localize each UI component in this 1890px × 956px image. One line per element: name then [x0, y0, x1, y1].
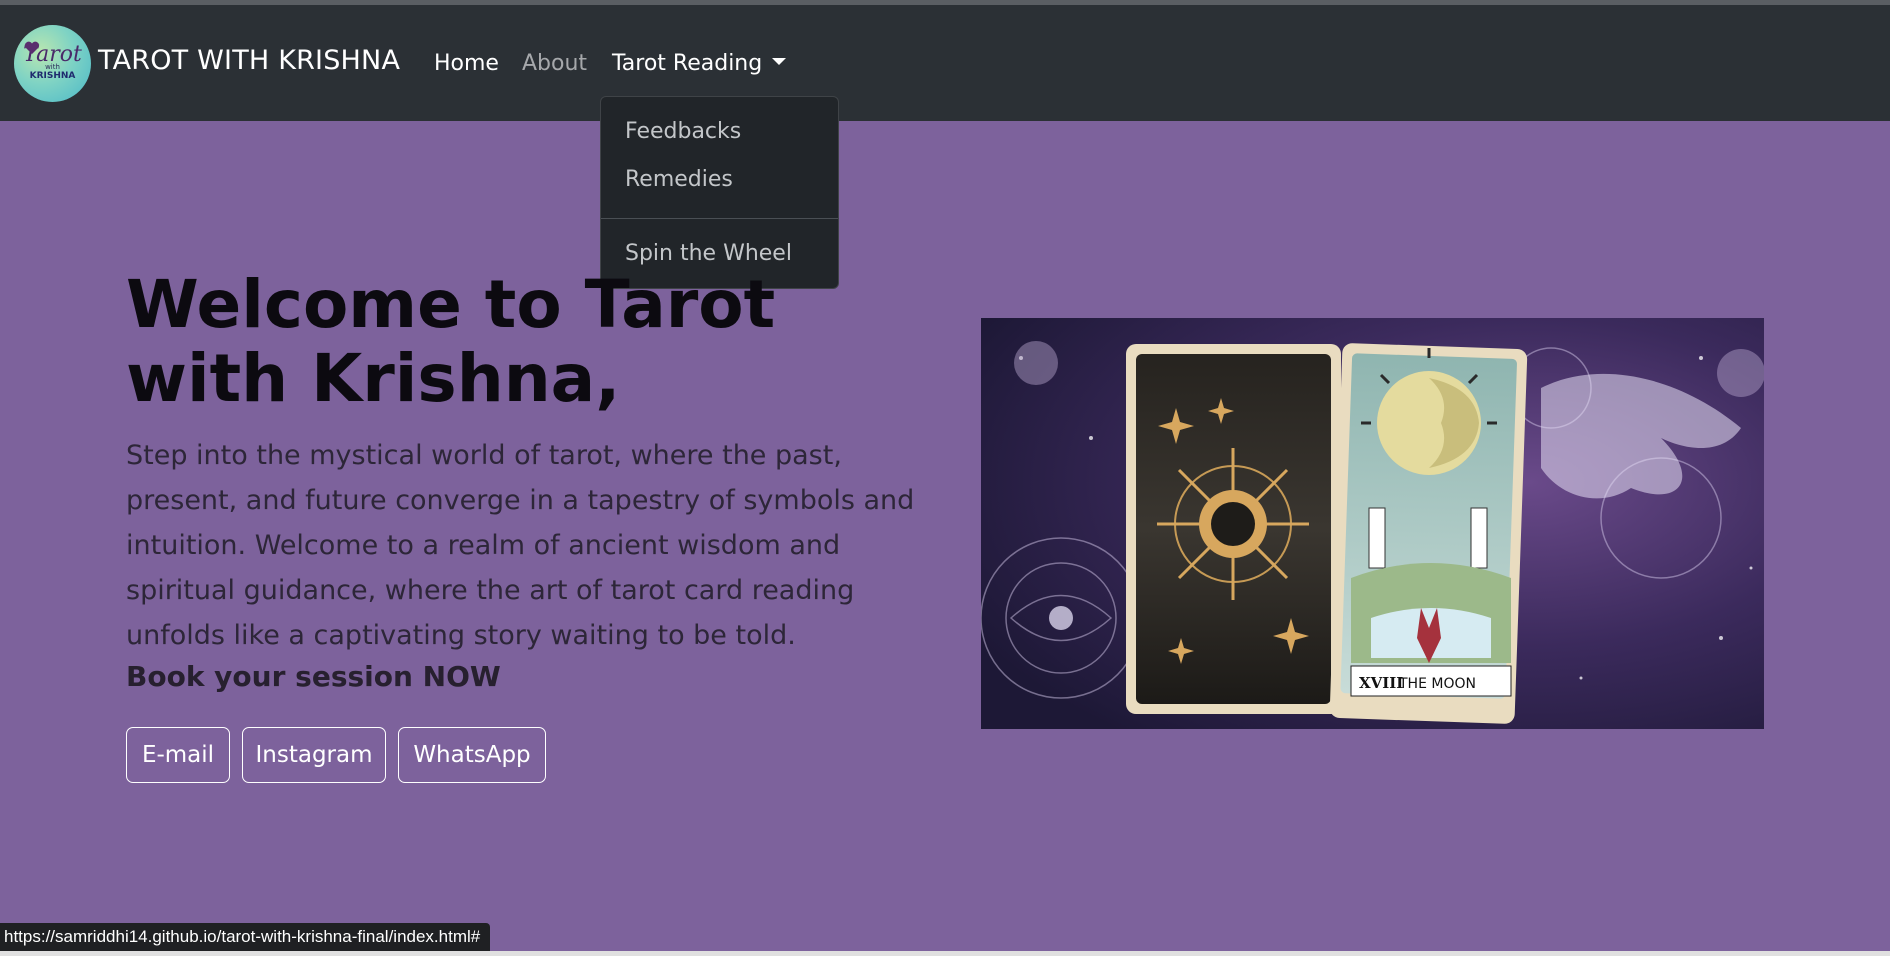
email-button[interactable]: E-mail: [126, 727, 230, 783]
nav-tarot-reading-dropdown[interactable]: Tarot Reading: [612, 51, 787, 76]
nav-tarot-reading-label: Tarot Reading: [612, 51, 763, 76]
moon-card: XVIII THE MOON: [1329, 343, 1528, 724]
browser-status-bar: https://samriddhi14.github.io/tarot-with…: [0, 923, 491, 951]
dropdown-item-remedies[interactable]: Remedies: [625, 167, 733, 192]
sun-card: [1126, 344, 1341, 714]
instagram-button[interactable]: Instagram: [242, 727, 386, 783]
nav-about-link[interactable]: About: [522, 51, 587, 76]
moon-card-name: THE MOON: [1398, 676, 1476, 692]
heart-icon: [24, 41, 40, 54]
hero-cta-text: Book your session NOW: [126, 660, 501, 693]
dropdown-divider: [601, 218, 838, 219]
dropdown-item-spin-the-wheel[interactable]: Spin the Wheel: [625, 241, 792, 266]
whatsapp-button[interactable]: WhatsApp: [398, 727, 546, 783]
logo-text-with: with: [45, 63, 60, 71]
brand-title[interactable]: TAROT WITH KRISHNA: [98, 45, 400, 76]
navbar: Tarot with KRISHNA TAROT WITH KRISHNA Ho…: [0, 5, 1890, 121]
logo-text-krishna: KRISHNA: [29, 71, 76, 81]
hero-title: Welcome to Tarot with Krishna,: [126, 266, 776, 417]
caret-down-icon: [772, 57, 787, 65]
eye-icon: [1049, 606, 1073, 630]
dropdown-item-feedbacks[interactable]: Feedbacks: [625, 119, 741, 144]
moon-card-number: XVIII: [1359, 674, 1403, 692]
hero-description: Step into the mystical world of tarot, w…: [126, 440, 915, 651]
nav-home-link[interactable]: Home: [434, 51, 499, 76]
browser-bottom-edge: [0, 951, 1890, 956]
site-logo[interactable]: Tarot with KRISHNA: [14, 25, 91, 102]
tarot-reading-dropdown-menu: Feedbacks Remedies Spin the Wheel: [600, 96, 839, 289]
tarot-cards-image: XVIII THE MOON: [981, 318, 1764, 729]
status-url: https://samriddhi14.github.io/tarot-with…: [4, 927, 481, 946]
